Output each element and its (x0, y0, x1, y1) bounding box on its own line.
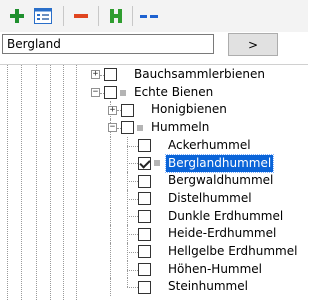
tree-view[interactable]: + Bauchsammlerbienen − Echte Bienen + Honigbi… (0, 64, 308, 300)
tree-guide-line (76, 65, 77, 300)
tree-checkbox[interactable] (138, 263, 151, 276)
tree-checkbox[interactable] (104, 86, 117, 99)
tree-connector (127, 270, 138, 271)
tree-connector (127, 234, 138, 235)
minus-icon (74, 14, 88, 18)
tree-guide-line (21, 65, 22, 300)
tree-guide-line (127, 278, 128, 288)
tree-connector (127, 216, 138, 217)
tree-item-label[interactable]: Bauchsammlerbienen (132, 66, 267, 83)
tree-checkbox[interactable] (138, 139, 151, 152)
tree-connector (127, 287, 138, 288)
tree-item-label[interactable]: Distelhummel (166, 190, 254, 207)
tree-checkbox[interactable] (138, 228, 151, 241)
plus-icon (10, 9, 24, 23)
tree-item-label[interactable]: Ackerhummel (166, 137, 253, 154)
tree-connector (127, 199, 138, 200)
tree-guide-line (110, 207, 111, 226)
tree-connector (127, 181, 138, 182)
tree-item-label[interactable]: Dunkle Erdhummel (166, 208, 285, 225)
tree-guide-line (63, 65, 64, 300)
tree-item-label[interactable]: Honigbienen (149, 101, 229, 118)
tree-item-label[interactable]: Echte Bienen (132, 84, 215, 101)
toolbar-separator (98, 6, 99, 26)
tree-checkbox[interactable] (121, 104, 134, 117)
partial-state-marker (137, 125, 143, 131)
partial-state-marker (120, 90, 126, 96)
tree-checkbox[interactable] (121, 121, 134, 134)
tree-item-label[interactable]: Hellgelbe Erdhummel (166, 243, 299, 260)
remove-button[interactable] (70, 5, 92, 27)
tree-item-label[interactable]: Hummeln (149, 119, 211, 136)
collapse-button[interactable] (138, 5, 160, 27)
tree-guide-line (110, 225, 111, 243)
tree-item-label[interactable]: Höhen-Hummel (166, 261, 264, 278)
search-input[interactable] (2, 34, 214, 54)
tree-checkbox[interactable] (104, 68, 117, 81)
tree-checkbox[interactable] (138, 281, 151, 294)
h-button[interactable] (105, 5, 127, 27)
tree-checkbox[interactable] (138, 192, 151, 205)
tree-checkbox[interactable] (138, 175, 151, 188)
toolbar (0, 0, 308, 32)
properties-icon (34, 8, 52, 24)
tree-item-label[interactable]: Bergwaldhummel (166, 172, 275, 189)
expand-icon[interactable]: + (91, 70, 100, 79)
tree-checkbox[interactable] (138, 157, 151, 170)
tree-item-label[interactable]: Heide-Erdhummel (166, 225, 278, 242)
collapse-icon[interactable]: − (91, 88, 100, 97)
tree-guide-line (7, 65, 8, 300)
tree-guide-line (110, 260, 111, 279)
dash-icon (140, 15, 158, 18)
expand-icon[interactable]: + (108, 106, 117, 115)
tree-checkbox[interactable] (138, 210, 151, 223)
add-button[interactable] (6, 5, 28, 27)
collapse-icon[interactable]: − (108, 123, 117, 132)
tree-item-label[interactable]: Berglandhummel (164, 154, 275, 173)
search-go-button[interactable]: > (228, 33, 278, 56)
tree-guide-line (110, 136, 111, 155)
toolbar-separator (63, 6, 64, 26)
tree-item-label[interactable]: Steinhummel (166, 278, 250, 295)
properties-button[interactable] (32, 5, 54, 27)
tree-guide-line (110, 189, 111, 208)
h-icon (110, 9, 122, 23)
tree-connector (127, 252, 138, 253)
tree-connector (127, 163, 138, 164)
tree-guide-line (110, 243, 111, 261)
tree-guide-line (110, 172, 111, 190)
tree-connector (127, 146, 138, 147)
tree-guide-line (110, 278, 111, 297)
tree-guide-line (50, 65, 51, 300)
toolbar-separator (132, 6, 133, 26)
tree-checkbox[interactable] (138, 245, 151, 258)
tree-guide-line (36, 65, 37, 300)
tree-guide-line (110, 154, 111, 173)
partial-state-marker (154, 160, 160, 166)
